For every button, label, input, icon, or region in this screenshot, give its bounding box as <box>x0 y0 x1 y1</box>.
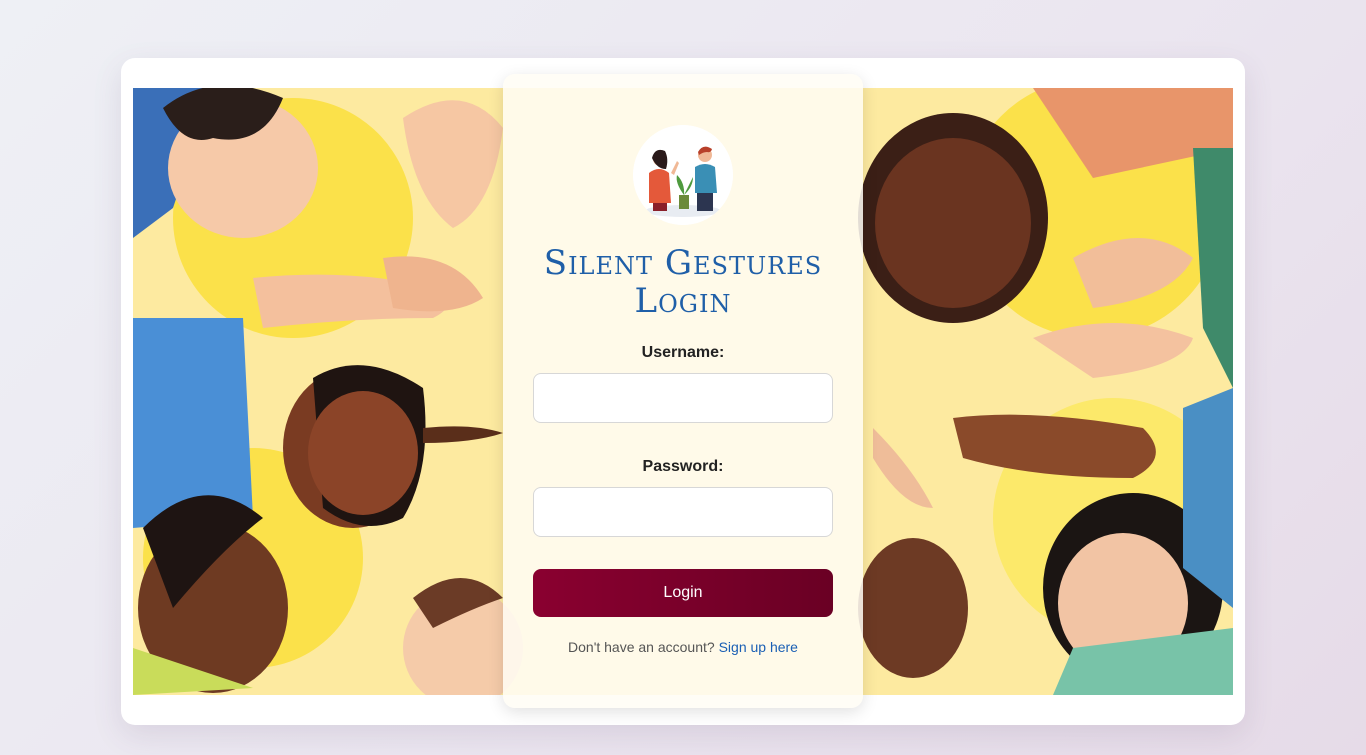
two-people-conversation-icon <box>633 125 733 225</box>
title-line-2: Login <box>634 281 732 321</box>
username-label: Username: <box>641 344 725 361</box>
logo <box>633 125 733 225</box>
password-label: Password: <box>642 458 724 475</box>
login-button[interactable]: Login <box>533 569 833 617</box>
page-title: Silent Gestures Login <box>503 244 863 320</box>
title-line-1: Silent Gestures <box>543 243 823 283</box>
signup-link[interactable]: Sign up here <box>719 639 798 655</box>
signup-row: Don't have an account? Sign up here <box>503 639 863 655</box>
username-input[interactable] <box>533 373 833 423</box>
password-input[interactable] <box>533 487 833 537</box>
login-panel: Silent Gestures Login Username: Password… <box>503 74 863 708</box>
signup-prompt: Don't have an account? <box>568 639 715 655</box>
